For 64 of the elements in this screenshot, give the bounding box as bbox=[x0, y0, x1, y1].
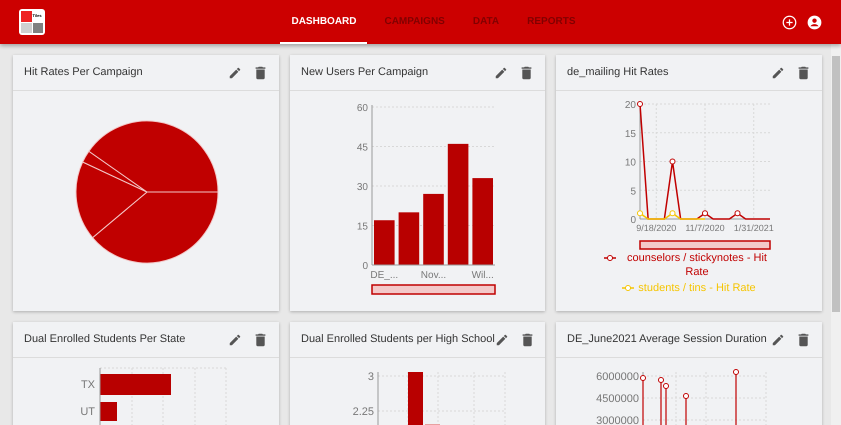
data-point bbox=[670, 158, 676, 164]
delete-icon[interactable] bbox=[520, 332, 534, 346]
nav-tab[interactable]: REPORTS bbox=[516, 0, 586, 44]
axis-tick-label: 1/31/2021 bbox=[734, 223, 774, 233]
edit-icon[interactable] bbox=[228, 66, 242, 80]
axis-tick-label: 10 bbox=[624, 158, 636, 168]
nav-tab[interactable]: DASHBOARD bbox=[280, 0, 368, 44]
axis-tick-label: 0 bbox=[362, 261, 368, 272]
bar bbox=[374, 220, 395, 265]
bar bbox=[398, 212, 420, 265]
axis-tick-label: 60 bbox=[356, 103, 368, 114]
bar bbox=[100, 374, 171, 395]
zoom-slider[interactable] bbox=[371, 284, 496, 295]
axis-tick-label: 15 bbox=[356, 222, 368, 232]
edit-icon[interactable] bbox=[771, 66, 785, 80]
legend-label[interactable]: students / tins - Hit Rate bbox=[638, 281, 756, 295]
axis-tick-label: 9/18/2020 bbox=[636, 223, 676, 233]
axis-tick-label: 20 bbox=[624, 100, 636, 111]
axis-tick-label: 11/7/2020 bbox=[685, 223, 725, 233]
edit-icon[interactable] bbox=[494, 66, 508, 80]
axis-tick-label: 3000000 bbox=[596, 415, 639, 425]
axis-tick-label: 6000000 bbox=[596, 371, 639, 383]
add-icon[interactable] bbox=[782, 14, 797, 30]
account-icon[interactable] bbox=[807, 14, 822, 30]
axis-tick-label: Wil... bbox=[472, 270, 494, 281]
axis-tick-label: 45 bbox=[356, 142, 368, 154]
card-title: Dual Enrolled Students per High School bbox=[301, 332, 495, 348]
data-point bbox=[734, 210, 740, 216]
card-title: de_mailing Hit Rates bbox=[567, 65, 668, 80]
data-point bbox=[637, 210, 643, 216]
axis-tick-label: 2.25 bbox=[352, 406, 374, 418]
data-point bbox=[637, 101, 643, 107]
delete-icon[interactable] bbox=[254, 66, 267, 80]
nav-tab[interactable]: DATA bbox=[462, 0, 510, 44]
card-title: DE_June2021 Average Session Duration bbox=[567, 332, 767, 348]
card-title: Dual Enrolled Students Per State bbox=[24, 332, 186, 348]
card-title: Hit Rates Per Campaign bbox=[24, 65, 143, 80]
nav-tab[interactable]: CAMPAIGNS bbox=[373, 0, 456, 44]
delete-icon[interactable] bbox=[797, 332, 810, 346]
data-point bbox=[670, 210, 676, 216]
axis-tick-label: 4500000 bbox=[596, 393, 639, 405]
delete-icon[interactable] bbox=[520, 66, 533, 80]
axis-tick-label: 3 bbox=[368, 371, 374, 383]
bar bbox=[423, 194, 444, 265]
card-title: New Users Per Campaign bbox=[301, 65, 428, 80]
legend-label[interactable]: counselors / stickynotes - Hit Rate bbox=[620, 251, 774, 279]
zoom-slider[interactable] bbox=[639, 240, 771, 250]
axis-tick-label: DE_... bbox=[370, 270, 398, 281]
delete-icon[interactable] bbox=[797, 66, 810, 80]
edit-icon[interactable] bbox=[494, 332, 509, 346]
axis-tick-label: TX bbox=[80, 379, 95, 391]
axis-tick-label: 5 bbox=[630, 186, 636, 198]
axis-tick-label: 0 bbox=[630, 215, 636, 226]
bar bbox=[100, 402, 117, 421]
axis-tick-label: UT bbox=[80, 406, 95, 418]
edit-icon[interactable] bbox=[771, 332, 785, 346]
axis-tick-label: Nov... bbox=[420, 270, 446, 281]
bar bbox=[408, 372, 423, 425]
edit-icon[interactable] bbox=[228, 332, 242, 346]
data-point bbox=[702, 210, 708, 216]
scrollbar[interactable] bbox=[831, 44, 841, 425]
axis-tick-label: 15 bbox=[624, 128, 636, 140]
axis-tick-label: 30 bbox=[356, 182, 368, 193]
delete-icon[interactable] bbox=[254, 332, 267, 346]
